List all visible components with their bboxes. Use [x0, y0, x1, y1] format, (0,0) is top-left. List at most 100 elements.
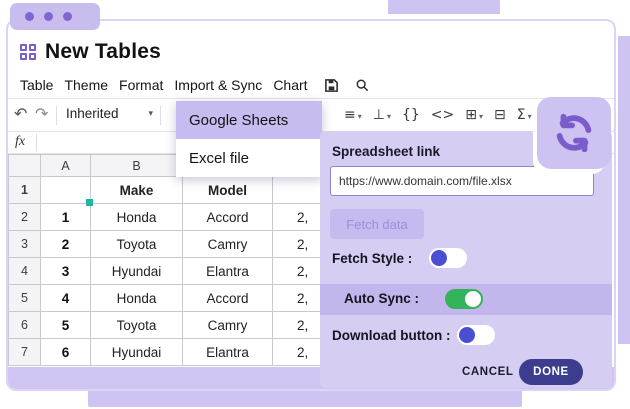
- page-title: New Tables: [45, 40, 161, 64]
- menu-bar: Table Theme Format Import & Sync Chart: [20, 77, 369, 93]
- selection-handle[interactable]: [86, 199, 93, 206]
- cell[interactable]: Make: [91, 177, 183, 204]
- corner-cell[interactable]: [9, 155, 41, 177]
- table-row: 5 4 Honda Accord 2,: [9, 285, 363, 312]
- brackets-button[interactable]: {}: [402, 107, 420, 123]
- chevron-down-icon: ▾: [387, 112, 391, 123]
- app-root: New Tables Table Theme Format Import & S…: [0, 0, 630, 409]
- download-button-toggle[interactable]: [457, 325, 495, 345]
- divider: [36, 134, 37, 151]
- row-number[interactable]: 6: [9, 312, 41, 339]
- table-row: 3 2 Toyota Camry 2,: [9, 231, 363, 258]
- fetch-style-label: Fetch Style :: [332, 251, 412, 266]
- chevron-down-icon: ▾: [358, 112, 362, 123]
- divider: [56, 106, 57, 125]
- cancel-button[interactable]: CANCEL: [462, 366, 514, 378]
- menu-item-theme[interactable]: Theme: [64, 77, 108, 93]
- cell[interactable]: 6: [41, 339, 91, 366]
- divider: [160, 106, 161, 125]
- done-button[interactable]: DONE: [519, 359, 583, 385]
- decor-bar-right: [618, 36, 630, 344]
- cell[interactable]: 5: [41, 312, 91, 339]
- import-sync-dropdown: Google Sheets Excel file: [176, 101, 322, 177]
- row-number[interactable]: 2: [9, 204, 41, 231]
- menu-item-chart[interactable]: Chart: [273, 77, 307, 93]
- toggle-knob: [465, 291, 481, 307]
- vertical-align-button[interactable]: ⊥▾: [373, 107, 391, 123]
- chevron-down-icon: ▾: [479, 112, 483, 123]
- menu-item-excel-file[interactable]: Excel file: [176, 139, 322, 177]
- decor-bar-bottom: [88, 389, 522, 407]
- menu-item-table[interactable]: Table: [20, 77, 53, 93]
- redo-button[interactable]: ↷: [35, 104, 48, 123]
- align-button[interactable]: ≡▾: [344, 107, 362, 123]
- table-row: 7 6 Hyundai Elantra 2,: [9, 339, 363, 366]
- cell[interactable]: 2: [41, 231, 91, 258]
- merge-cells-button[interactable]: ⊟: [494, 107, 506, 123]
- cell[interactable]: Hyundai: [91, 339, 183, 366]
- fetch-style-toggle[interactable]: [429, 248, 467, 268]
- row-number[interactable]: 5: [9, 285, 41, 312]
- cell[interactable]: Camry: [183, 312, 273, 339]
- spreadsheet-grid: A B C D 1 Make Model 2 1 Honda Accord 2,…: [8, 154, 363, 366]
- cell[interactable]: Accord: [183, 285, 273, 312]
- cell[interactable]: Toyota: [91, 231, 183, 258]
- cell[interactable]: [41, 177, 91, 204]
- table-grid-button[interactable]: ⊞▾: [465, 107, 483, 123]
- table-row: 2 1 Honda Accord 2,: [9, 204, 363, 231]
- cell[interactable]: Elantra: [183, 339, 273, 366]
- font-style-select[interactable]: Inherited ▾: [66, 106, 153, 121]
- toggle-knob: [459, 327, 475, 343]
- font-style-value: Inherited: [66, 106, 119, 121]
- cell[interactable]: Hyundai: [91, 258, 183, 285]
- cell[interactable]: 1: [41, 204, 91, 231]
- cell[interactable]: Elantra: [183, 258, 273, 285]
- window-dot: [63, 12, 72, 21]
- undo-button[interactable]: ↶: [14, 104, 27, 123]
- divider: [8, 98, 614, 99]
- sum-button[interactable]: Σ▾: [517, 107, 532, 123]
- row-number[interactable]: 1: [9, 177, 41, 204]
- sync-card: [537, 97, 611, 169]
- cell[interactable]: Honda: [91, 204, 183, 231]
- spreadsheet-link-label: Spreadsheet link: [332, 144, 440, 159]
- tables-grid-icon: [20, 44, 36, 60]
- row-number[interactable]: 3: [9, 231, 41, 258]
- sync-icon: [551, 110, 597, 156]
- code-button[interactable]: <>: [431, 107, 454, 123]
- download-button-label: Download button :: [332, 328, 450, 343]
- search-icon[interactable]: [355, 78, 369, 92]
- menu-item-format[interactable]: Format: [119, 77, 163, 93]
- row-number[interactable]: 7: [9, 339, 41, 366]
- cell[interactable]: 4: [41, 285, 91, 312]
- auto-sync-toggle[interactable]: [445, 289, 483, 309]
- window-dot: [44, 12, 53, 21]
- window-controls: [10, 3, 100, 30]
- column-header[interactable]: B: [91, 155, 183, 177]
- formula-fx-label: fx: [15, 134, 25, 150]
- auto-sync-label: Auto Sync :: [344, 291, 419, 306]
- spreadsheet-link-input[interactable]: [330, 166, 594, 196]
- table-row: 6 5 Toyota Camry 2,: [9, 312, 363, 339]
- table-row: 1 Make Model: [9, 177, 363, 204]
- window-dot: [25, 12, 34, 21]
- cell[interactable]: Model: [183, 177, 273, 204]
- fetch-data-button[interactable]: Fetch data: [330, 209, 424, 239]
- table-row: 4 3 Hyundai Elantra 2,: [9, 258, 363, 285]
- chevron-down-icon: ▾: [528, 112, 532, 123]
- cell[interactable]: 3: [41, 258, 91, 285]
- cell[interactable]: Accord: [183, 204, 273, 231]
- menu-item-google-sheets[interactable]: Google Sheets: [176, 101, 322, 139]
- cell[interactable]: Honda: [91, 285, 183, 312]
- toolbar-icon-strip: ≡▾ ⊥▾ {} <> ⊞▾ ⊟ Σ▾: [344, 103, 532, 127]
- menu-item-import-sync[interactable]: Import & Sync: [174, 77, 262, 93]
- toggle-knob: [431, 250, 447, 266]
- save-icon[interactable]: [324, 78, 339, 93]
- column-header[interactable]: A: [41, 155, 91, 177]
- decor-bar-top: [388, 0, 500, 14]
- row-number[interactable]: 4: [9, 258, 41, 285]
- title-row: New Tables: [20, 40, 161, 64]
- chevron-down-icon: ▾: [149, 109, 154, 119]
- cell[interactable]: Toyota: [91, 312, 183, 339]
- cell[interactable]: Camry: [183, 231, 273, 258]
